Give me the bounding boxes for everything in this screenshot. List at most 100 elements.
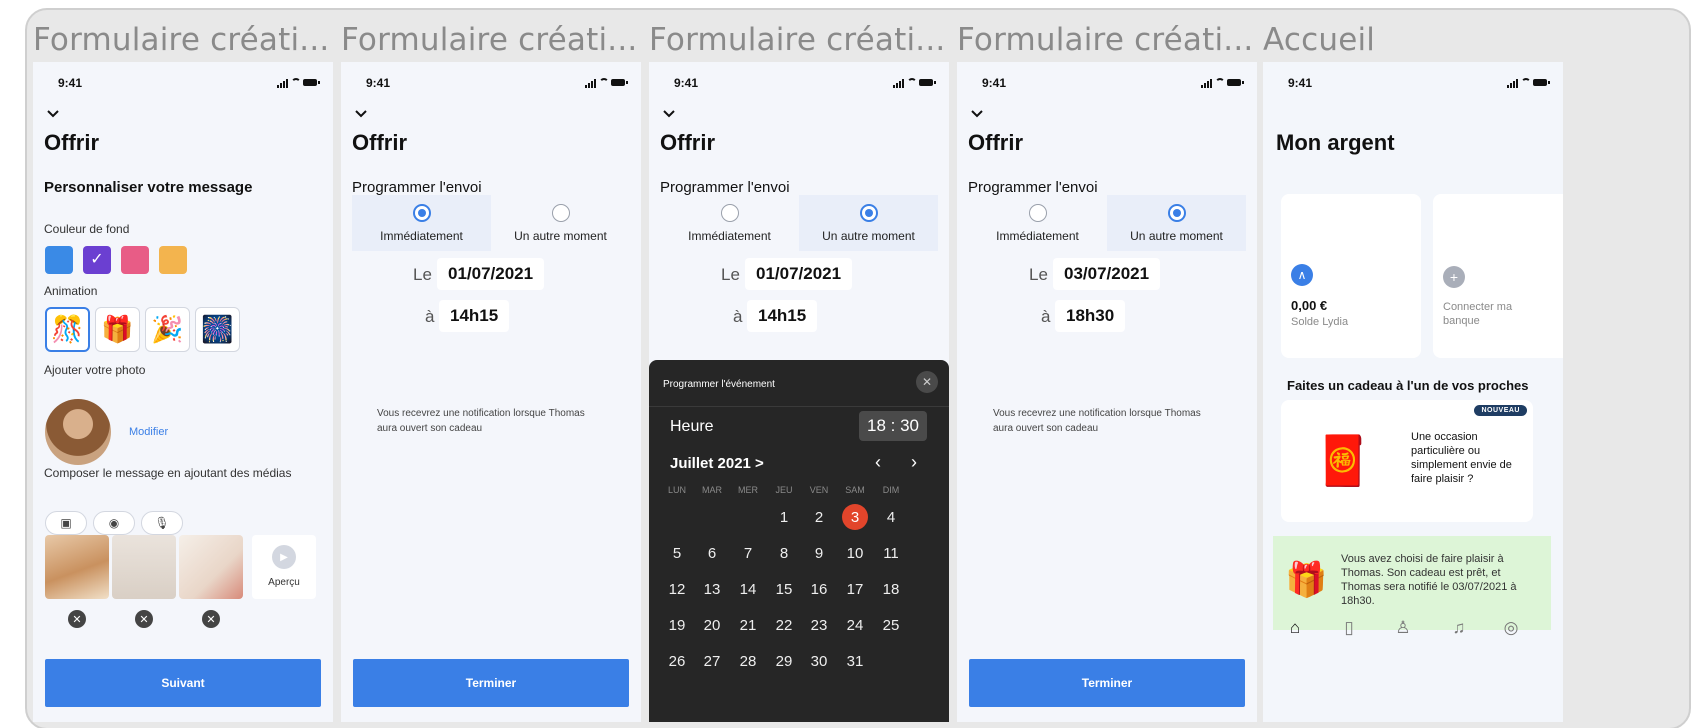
date-field[interactable]: 01/07/2021 [437,258,545,290]
calendar-day[interactable]: 23 [806,612,832,638]
hour-field[interactable]: 18 : 30 [859,411,927,441]
calendar-day[interactable]: 20 [699,612,725,638]
chevron-down-icon[interactable] [663,108,675,120]
time-field[interactable]: 14h15 [747,300,818,332]
calendar-day[interactable]: 31 [842,648,868,674]
frame-title-2: Formulaire créati... [341,22,638,58]
modify-photo-link[interactable]: Modifier [129,426,168,438]
gift-promo-card[interactable]: NOUVEAU 🧧 Une occasion particulière ou s… [1281,400,1533,522]
contacts-tab-icon[interactable]: ♙ [1393,618,1413,638]
connect-bank-card[interactable]: + Connecter ma banque [1433,194,1563,358]
close-icon[interactable]: ✕ [916,371,938,393]
weekday-label: MAR [702,485,722,495]
color-swatch-pink[interactable] [121,246,149,274]
animation-option-gift-icon[interactable]: 🎁 [95,307,140,352]
option-later[interactable]: Un autre moment [799,195,938,251]
color-swatch-orange[interactable] [159,246,187,274]
home-tab-icon[interactable]: ⌂ [1285,618,1305,638]
calendar-day[interactable]: 13 [699,576,725,602]
finish-button[interactable]: Terminer [353,659,629,707]
next-button[interactable]: Suivant [45,659,321,707]
radio-unselected[interactable] [552,204,570,222]
animation-option-party-icon[interactable]: 🎉 [145,307,190,352]
calendar-day[interactable]: 7 [735,540,761,566]
calendar-day[interactable]: 21 [735,612,761,638]
section-title: Personnaliser votre message [44,179,253,196]
add-gallery-button[interactable]: ▣ [45,511,87,535]
option-immediately[interactable]: Immédiatement [660,195,799,251]
calendar-day[interactable]: 14 [735,576,761,602]
option-label: Un autre moment [514,229,607,243]
calendar-day[interactable]: 5 [664,540,690,566]
calendar-day[interactable]: 17 [842,576,868,602]
remove-media-icon[interactable]: ✕ [135,610,153,628]
chevron-down-icon[interactable] [355,108,367,120]
option-later[interactable]: Un autre moment [1107,195,1246,251]
add-camera-button[interactable]: ◉ [93,511,135,535]
time-field[interactable]: 14h15 [439,300,510,332]
chevron-down-icon[interactable] [971,108,983,120]
calendar-day[interactable]: 25 [878,612,904,638]
explore-tab-icon[interactable]: ◎ [1501,618,1521,638]
phone-schedule-done: 9:41 Offrir Programmer l'envoi Immédiate… [957,62,1257,722]
section-title: Programmer l'envoi [660,179,790,196]
radio-unselected[interactable] [1029,204,1047,222]
calendar-day[interactable]: 22 [771,612,797,638]
media-thumb-portrait[interactable] [45,535,109,599]
date-field[interactable]: 03/07/2021 [1053,258,1161,290]
preview-button[interactable]: ▶ Aperçu [252,535,316,599]
frame-title-1: Formulaire créati... [33,22,330,58]
radio-unselected[interactable] [721,204,739,222]
calendar-day[interactable]: 1 [771,504,797,530]
chevron-right-icon[interactable]: › [911,452,917,473]
calendar-day[interactable]: 16 [806,576,832,602]
animation-label: Animation [44,284,98,298]
time-field[interactable]: 18h30 [1055,300,1126,332]
calendar-day[interactable]: 19 [664,612,690,638]
calendar-day[interactable]: 24 [842,612,868,638]
month-selector[interactable]: Juillet 2021 > [670,455,764,472]
option-later[interactable]: Un autre moment [491,195,630,251]
calendar-day[interactable]: 27 [699,648,725,674]
media-thumb-gift[interactable] [179,535,243,599]
remove-media-icon[interactable]: ✕ [202,610,220,628]
calendar-day[interactable]: 30 [806,648,832,674]
calendar-day[interactable]: 18 [878,576,904,602]
calendar-day[interactable]: 10 [842,540,868,566]
calendar-day[interactable]: 8 [771,540,797,566]
calendar-day[interactable]: 4 [878,504,904,530]
animation-option-confetti-icon[interactable]: 🎊 [45,307,90,352]
chevron-left-icon[interactable]: ‹ [875,452,881,473]
calendar-day[interactable]: 15 [771,576,797,602]
radio-selected[interactable] [860,204,878,222]
color-swatch-blue[interactable] [45,246,73,274]
calendar-day[interactable]: 9 [806,540,832,566]
radio-selected[interactable] [413,204,431,222]
finish-button[interactable]: Terminer [969,659,1245,707]
frame-title-5: Accueil [1263,22,1376,58]
add-audio-button[interactable]: 🎙 [141,511,183,535]
balance-card[interactable]: ∧ 0,00 € Solde Lydia [1281,194,1421,358]
status-icons [1201,78,1244,88]
notifications-tab-icon[interactable]: ♫ [1449,618,1469,638]
radio-selected[interactable] [1168,204,1186,222]
chevron-down-icon[interactable] [47,108,59,120]
color-swatch-purple-selected[interactable]: ✓ [83,246,111,274]
calendar-day[interactable]: 28 [735,648,761,674]
card-tab-icon[interactable]: ▯ [1339,618,1359,638]
calendar-day[interactable]: 12 [664,576,690,602]
animation-option-fireworks-icon[interactable]: 🎆 [195,307,240,352]
remove-media-icon[interactable]: ✕ [68,610,86,628]
option-immediately[interactable]: Immédiatement [352,195,491,251]
media-thumb-key[interactable] [112,535,176,599]
calendar-day[interactable]: 29 [771,648,797,674]
calendar-day[interactable]: 2 [806,504,832,530]
date-field[interactable]: 01/07/2021 [745,258,853,290]
weekday-label: DIM [882,485,900,495]
phone-personalize: 9:41 Offrir Personnaliser votre message … [33,62,333,722]
calendar-day[interactable]: 6 [699,540,725,566]
option-immediately[interactable]: Immédiatement [968,195,1107,251]
calendar-day[interactable]: 11 [878,540,904,566]
calendar-day-selected[interactable]: 3 [842,504,868,530]
calendar-day[interactable]: 26 [664,648,690,674]
